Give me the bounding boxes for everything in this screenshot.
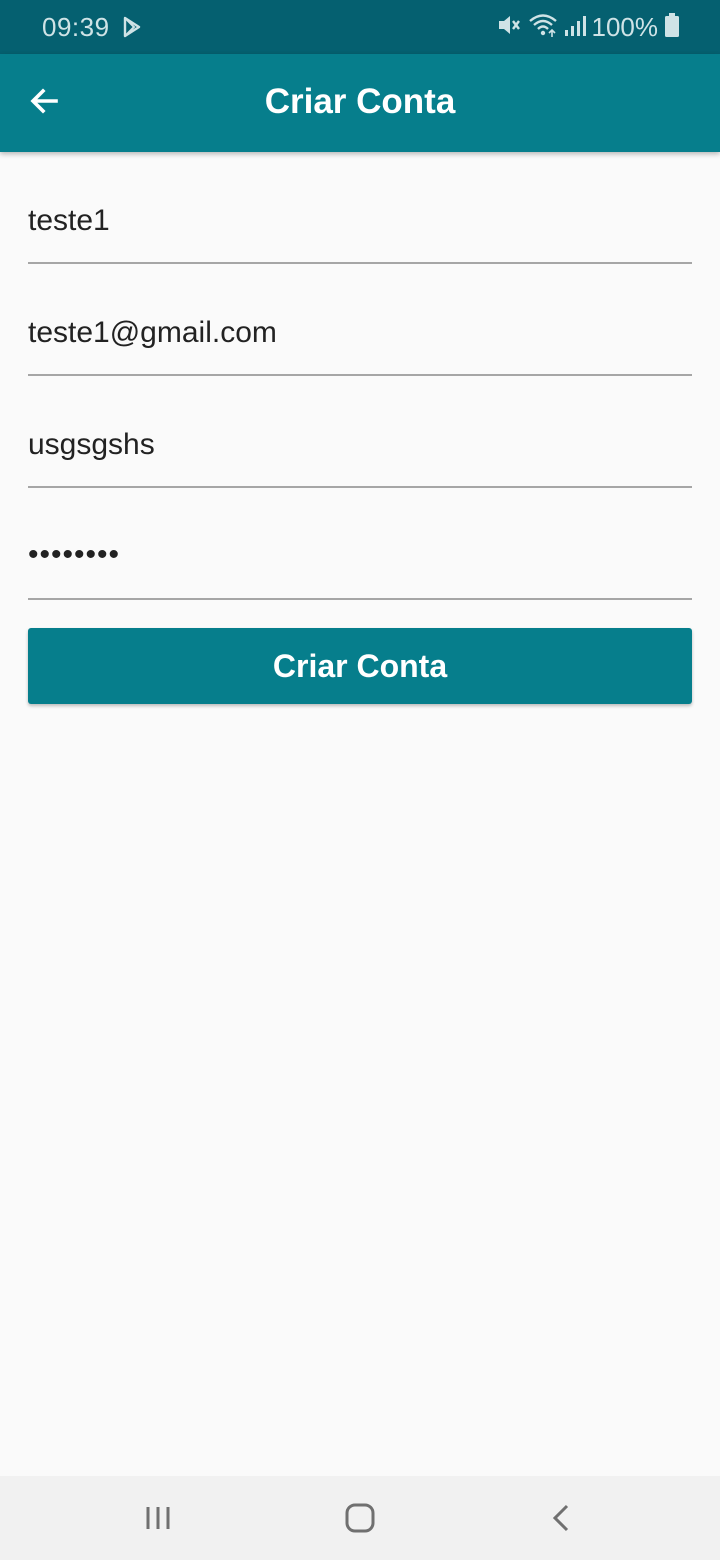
home-icon (344, 1502, 376, 1539)
status-icons: 100% (496, 12, 681, 43)
mute-icon (496, 12, 522, 43)
password-input-value: •••••••• (28, 538, 121, 571)
recent-apps-icon (143, 1503, 173, 1538)
play-store-icon (122, 16, 142, 43)
signal-icon (564, 12, 586, 43)
app-bar: Criar Conta (0, 54, 720, 152)
email-input-value: teste1@gmail.com (28, 316, 277, 349)
username-input-value: usgsgshs (28, 428, 155, 461)
password-field[interactable]: •••••••• (28, 488, 692, 600)
status-bar: 09:39 100% (0, 0, 720, 54)
signup-form: teste1 teste1@gmail.com usgsgshs •••••••… (28, 152, 692, 600)
recent-apps-button[interactable] (138, 1500, 178, 1540)
name-field[interactable]: teste1 (28, 152, 692, 264)
battery-percent: 100% (591, 12, 659, 42)
username-field[interactable]: usgsgshs (28, 376, 692, 488)
page-title: Criar Conta (264, 82, 456, 121)
wifi-icon (528, 12, 558, 43)
battery-icon (664, 12, 680, 43)
email-field[interactable]: teste1@gmail.com (28, 264, 692, 376)
back-icon (547, 1503, 577, 1538)
home-button[interactable] (340, 1500, 380, 1540)
create-account-button[interactable]: Criar Conta (28, 628, 692, 704)
system-back-button[interactable] (542, 1500, 582, 1540)
name-input-value: teste1 (28, 204, 110, 237)
status-time: 09:39 (42, 12, 110, 42)
system-nav-bar (0, 1476, 720, 1560)
